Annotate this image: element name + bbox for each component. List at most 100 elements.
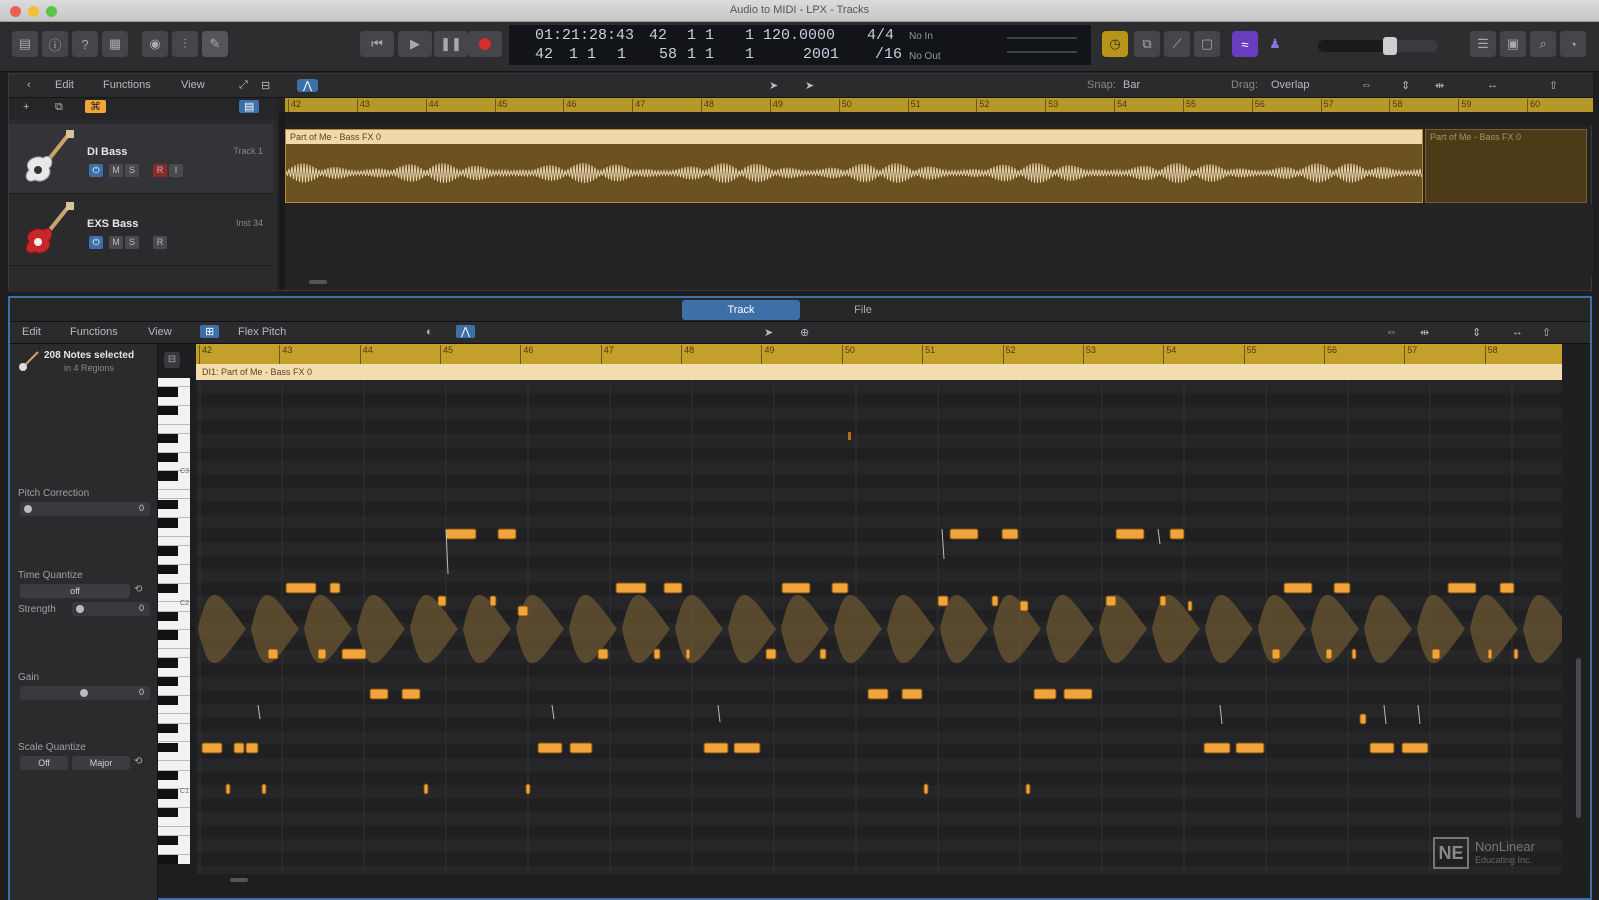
count-in-icon[interactable]: ⧉ [1134,31,1160,57]
note[interactable] [1105,595,1117,607]
note[interactable] [267,648,279,660]
white-key[interactable] [158,528,190,537]
audio-region[interactable]: Part of Me - Bass FX 0 [285,129,1423,203]
note[interactable] [1431,648,1441,660]
note[interactable] [261,783,267,795]
black-key[interactable] [158,658,178,668]
metronome-icon[interactable]: ◷ [1102,31,1128,57]
note[interactable] [1351,648,1357,660]
note[interactable] [733,742,761,754]
pause-icon[interactable]: ❚❚ [434,31,468,57]
lcd-display[interactable]: 01:21:28:43 42 1 1 1 120.0000 4/4 No In … [508,24,1092,66]
black-key[interactable] [158,518,178,528]
note[interactable] [233,742,245,754]
note[interactable] [1359,713,1367,725]
note[interactable] [1187,600,1193,612]
zoom-slider-icon[interactable]: ↔ [1512,326,1523,338]
white-key[interactable] [158,509,190,519]
note[interactable] [317,648,327,660]
note[interactable] [1159,595,1167,607]
piano-keyboard[interactable]: C3 C2 C1 [158,378,190,864]
black-key[interactable] [158,546,178,556]
power-icon[interactable]: ⏻ [89,164,103,177]
volume-knob[interactable] [1383,37,1397,55]
zoom-slider-icon[interactable]: ↔ [1487,79,1498,91]
time-quantize-popup[interactable]: off [20,584,130,598]
note[interactable] [867,688,889,700]
black-key[interactable] [158,770,178,780]
input-monitor-button[interactable]: I [169,164,183,177]
white-key[interactable] [158,845,190,855]
menu-view[interactable]: View [148,326,172,338]
tab-file[interactable]: File [804,300,922,320]
white-key[interactable] [158,640,190,650]
black-key[interactable] [158,630,178,640]
mixer-icon[interactable]: ⫶ [172,31,198,57]
white-key[interactable] [158,705,190,715]
note[interactable] [781,582,811,594]
note[interactable] [937,595,949,607]
note[interactable] [1513,648,1519,660]
horizontal-zoom-icon[interactable]: ⇹ [1435,79,1444,92]
tracks-ruler[interactable]: 42 43 44 45 46 47 48 49 50 51 52 53 54 55 56 57 58 59 60 [285,98,1593,113]
black-key[interactable] [158,677,178,687]
track-di-bass[interactable]: DI Bass Track 1 ⏻ M S R I [9,124,273,194]
global-tracks-icon[interactable]: ⌘ [85,100,106,113]
black-key[interactable] [158,789,178,799]
smart-controls-icon[interactable]: ◉ [142,31,168,57]
note[interactable] [615,582,647,594]
notes-canvas[interactable] [196,344,1562,874]
black-key[interactable] [158,611,178,621]
note[interactable] [901,688,923,700]
note[interactable] [341,648,367,660]
add-track-icon[interactable]: + [23,101,29,113]
horizontal-scrollbar[interactable] [230,878,248,882]
black-key[interactable] [158,854,178,864]
white-key[interactable] [158,574,190,584]
flex-mode-popup[interactable]: Flex Pitch [238,326,286,338]
flex-icon[interactable]: ⋀ [456,325,476,338]
white-key[interactable] [158,714,190,724]
power-icon[interactable]: ⏻ [89,236,103,249]
scale-key-popup[interactable]: Off [20,756,68,770]
solo-button[interactable]: S [125,164,139,177]
note[interactable] [819,648,827,660]
solo-icon[interactable]: ▢ [1194,31,1220,57]
note[interactable] [831,582,849,594]
note[interactable] [369,688,389,700]
tab-track[interactable]: Track [682,300,800,320]
waveform-zoom-icon[interactable]: ⇔ [1361,79,1372,91]
horizontal-zoom-icon[interactable]: ⇹ [1420,326,1429,339]
note[interactable] [1235,742,1265,754]
note[interactable] [1499,582,1515,594]
white-key[interactable] [158,490,190,500]
note[interactable] [663,582,683,594]
white-key[interactable] [158,668,190,678]
scale-reset-icon[interactable]: ⟲ [134,756,142,767]
black-key[interactable] [158,695,178,706]
note[interactable] [1203,742,1231,754]
rewind-icon[interactable]: ⏮ [360,31,394,57]
white-key[interactable] [158,415,190,425]
back-icon[interactable]: ‹ [27,79,31,91]
slider-knob[interactable] [24,505,32,513]
toolbar-icon[interactable]: ▦ [102,31,128,57]
flex-icon[interactable]: ⋀ [297,79,319,92]
record-enable-button[interactable]: R [153,164,167,177]
black-key[interactable] [158,742,178,752]
black-key[interactable] [158,406,178,416]
list-editors-icon[interactable]: ☰ [1470,31,1496,57]
note[interactable] [1447,582,1477,594]
note[interactable] [489,595,497,607]
vertical-zoom-icon[interactable]: ⇕ [1401,79,1410,92]
white-key[interactable] [158,443,190,453]
note[interactable] [445,528,477,540]
note[interactable] [1271,648,1281,660]
note[interactable] [1401,742,1429,754]
note[interactable] [1115,528,1145,540]
catch-icon[interactable]: ⊟ [261,79,270,92]
note[interactable] [991,595,999,607]
track-name[interactable]: DI Bass [87,146,127,158]
menu-edit[interactable]: Edit [22,326,41,338]
search-icon[interactable]: ⌕ [1530,31,1556,57]
